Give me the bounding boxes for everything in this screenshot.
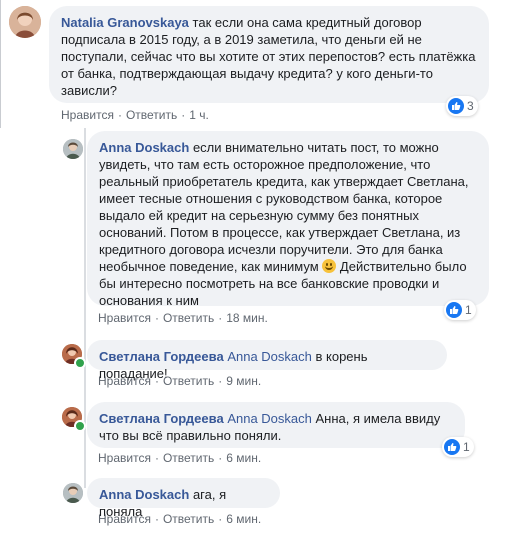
separator: · [218,311,223,325]
comment-time[interactable]: 18 мин. [226,311,268,325]
avatar-anna[interactable] [63,483,83,503]
like-button[interactable]: Нравится [98,512,151,526]
profile-photo-icon [9,6,41,38]
avatar-natalia[interactable] [9,6,41,38]
comment-bubble: Anna Doskach если внимательно читать пос… [87,131,489,308]
like-button[interactable]: Нравится [98,451,151,465]
online-status-icon [74,420,86,432]
thread-border [0,0,1,128]
comment-time[interactable]: 6 мин. [226,451,261,465]
separator: · [154,374,159,388]
like-icon [446,302,462,318]
reaction-number: 3 [467,99,474,113]
reply-button[interactable]: Ответить [126,108,177,122]
separator: · [218,451,223,465]
like-icon [448,98,464,114]
comment-bubble: Светлана Гордеева Anna Doskach в корень … [87,340,447,381]
comment-author[interactable]: Светлана Гордеева [99,349,224,364]
profile-photo-icon [63,483,83,503]
online-status-icon [74,357,86,369]
separator: · [218,512,223,526]
comment-author[interactable]: Светлана Гордеева [99,411,224,426]
comment-text: если внимательно читать пост, то можно у… [99,140,469,274]
reaction-count[interactable]: 1 [444,300,476,320]
reply-thread-line [84,128,86,488]
comment-time[interactable]: 9 мин. [226,374,261,388]
comment-actions: Нравится · Ответить · 1 ч. [61,108,209,122]
comment-time[interactable]: 1 ч. [189,108,209,122]
like-button[interactable]: Нравится [61,108,114,122]
reply-button[interactable]: Ответить [163,311,214,325]
comment-time[interactable]: 6 мин. [226,512,261,526]
comment-actions: Нравится · Ответить · 9 мин. [98,374,261,388]
separator: · [154,512,159,526]
reaction-number: 1 [463,440,470,454]
like-icon [444,439,460,455]
like-button[interactable]: Нравится [98,311,151,325]
like-button[interactable]: Нравится [98,374,151,388]
separator: · [181,108,186,122]
reply-button[interactable]: Ответить [163,512,214,526]
reaction-count[interactable]: 1 [442,437,474,457]
reply-button[interactable]: Ответить [163,451,214,465]
separator: · [154,451,159,465]
comment-bubble: Anna Doskach ага, я поняла [87,478,280,519]
comment-actions: Нравится · Ответить · 6 мин. [98,512,261,526]
separator: · [154,311,159,325]
comment-bubble: Светлана Гордеева Anna Doskach Анна, я и… [87,402,465,448]
comment-author[interactable]: Anna Doskach [99,487,189,502]
comment-actions: Нравится · Ответить · 18 мин. [98,311,268,325]
comment-bubble: Natalia Granovskaya так если она сама кр… [49,6,489,103]
separator: · [117,108,122,122]
reaction-number: 1 [465,303,472,317]
mention-link[interactable]: Anna Doskach [227,411,312,426]
reply-button[interactable]: Ответить [163,374,214,388]
comment-actions: Нравится · Ответить · 6 мин. [98,451,261,465]
smile-emoji-icon [322,259,337,273]
mention-link[interactable]: Anna Doskach [227,349,312,364]
reaction-count[interactable]: 3 [446,96,478,116]
comment-author[interactable]: Natalia Granovskaya [61,15,189,30]
comment-author[interactable]: Anna Doskach [99,140,189,155]
separator: · [218,374,223,388]
profile-photo-icon [63,139,83,159]
avatar-anna[interactable] [63,139,83,159]
